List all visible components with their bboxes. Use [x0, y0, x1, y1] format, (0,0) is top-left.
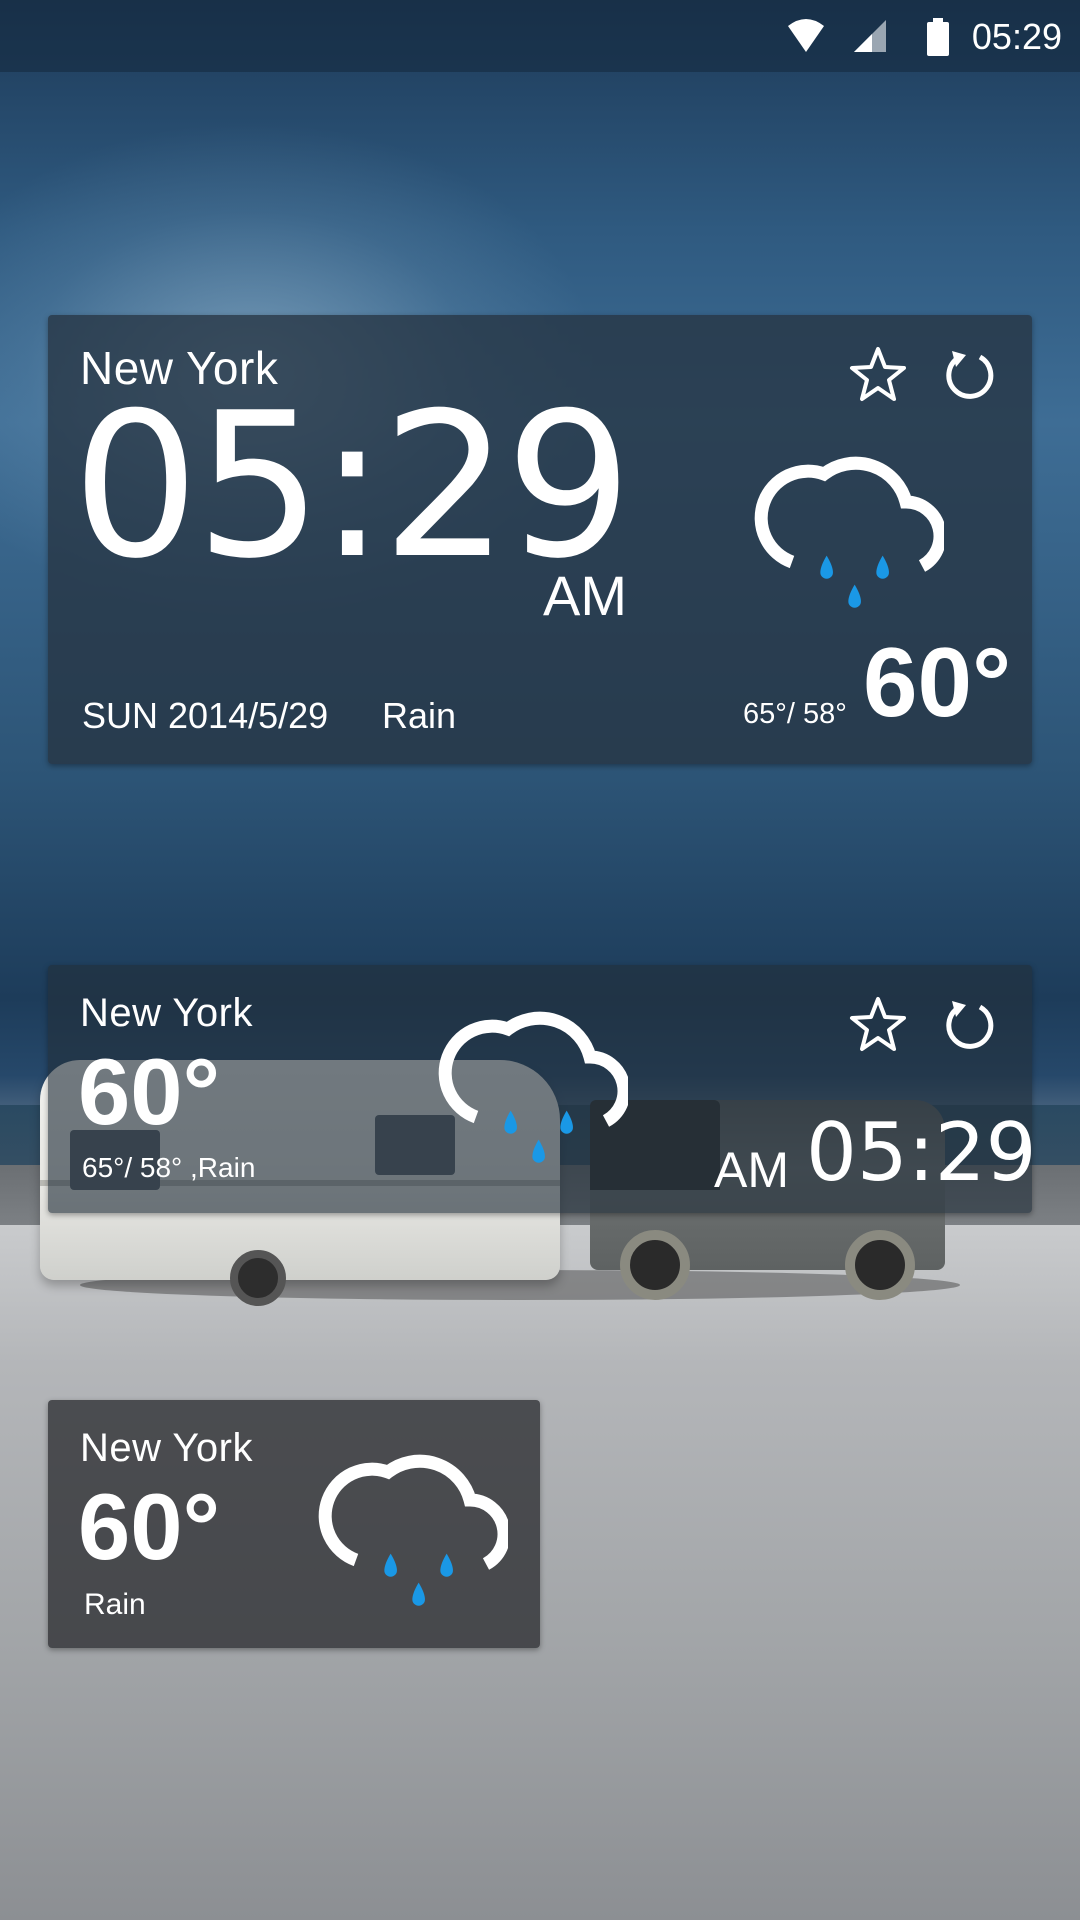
rain-cloud-icon	[438, 1011, 628, 1163]
current-temperature: 60°	[78, 1039, 221, 1144]
refresh-icon[interactable]	[940, 345, 1000, 405]
date-label: SUN 2014/5/29	[82, 695, 329, 736]
hi-lo-condition: 65°/ 58° ,Rain	[82, 1152, 256, 1183]
weather-clock-widget-medium[interactable]: New York 60° 65°/ 58° ,Rain AM 05:29	[48, 965, 1037, 1213]
weather-clock-widget-large[interactable]: New York 05:29 AM SUN 2014/5/29 Rain 65°…	[48, 315, 1032, 764]
status-bar: 05:29	[0, 0, 1080, 72]
hi-lo-temperature: 65°/ 58°	[743, 698, 847, 730]
current-temperature: 60°	[78, 1474, 221, 1579]
rain-cloud-icon	[754, 456, 944, 608]
star-icon[interactable]	[848, 995, 908, 1055]
truck-wheel	[845, 1230, 915, 1300]
clock-ampm: AM	[714, 1142, 789, 1198]
condition-label: Rain	[84, 1588, 146, 1621]
clock-ampm: AM	[543, 564, 627, 627]
star-icon[interactable]	[848, 345, 908, 405]
city-name: New York	[80, 1426, 253, 1470]
truck-wheel	[620, 1230, 690, 1300]
signal-icon	[854, 20, 886, 52]
current-temperature: 60°	[863, 627, 1012, 737]
wifi-icon	[788, 19, 824, 52]
status-clock: 05:29	[971, 16, 1062, 57]
city-name: New York	[80, 991, 253, 1035]
clock-time: 05:29	[72, 370, 632, 603]
condition-label: Rain	[382, 695, 457, 736]
caravan-wheel	[230, 1250, 286, 1306]
battery-icon	[927, 18, 949, 56]
home-screen: 05:29 New York 05:29 AM SUN 2014/5/29 Ra…	[0, 0, 1080, 1920]
rain-cloud-icon	[318, 1454, 508, 1606]
weather-widget-small[interactable]: New York 60° Rain	[48, 1400, 540, 1648]
clock-time: 05:29	[806, 1106, 1037, 1199]
refresh-icon[interactable]	[940, 995, 1000, 1055]
